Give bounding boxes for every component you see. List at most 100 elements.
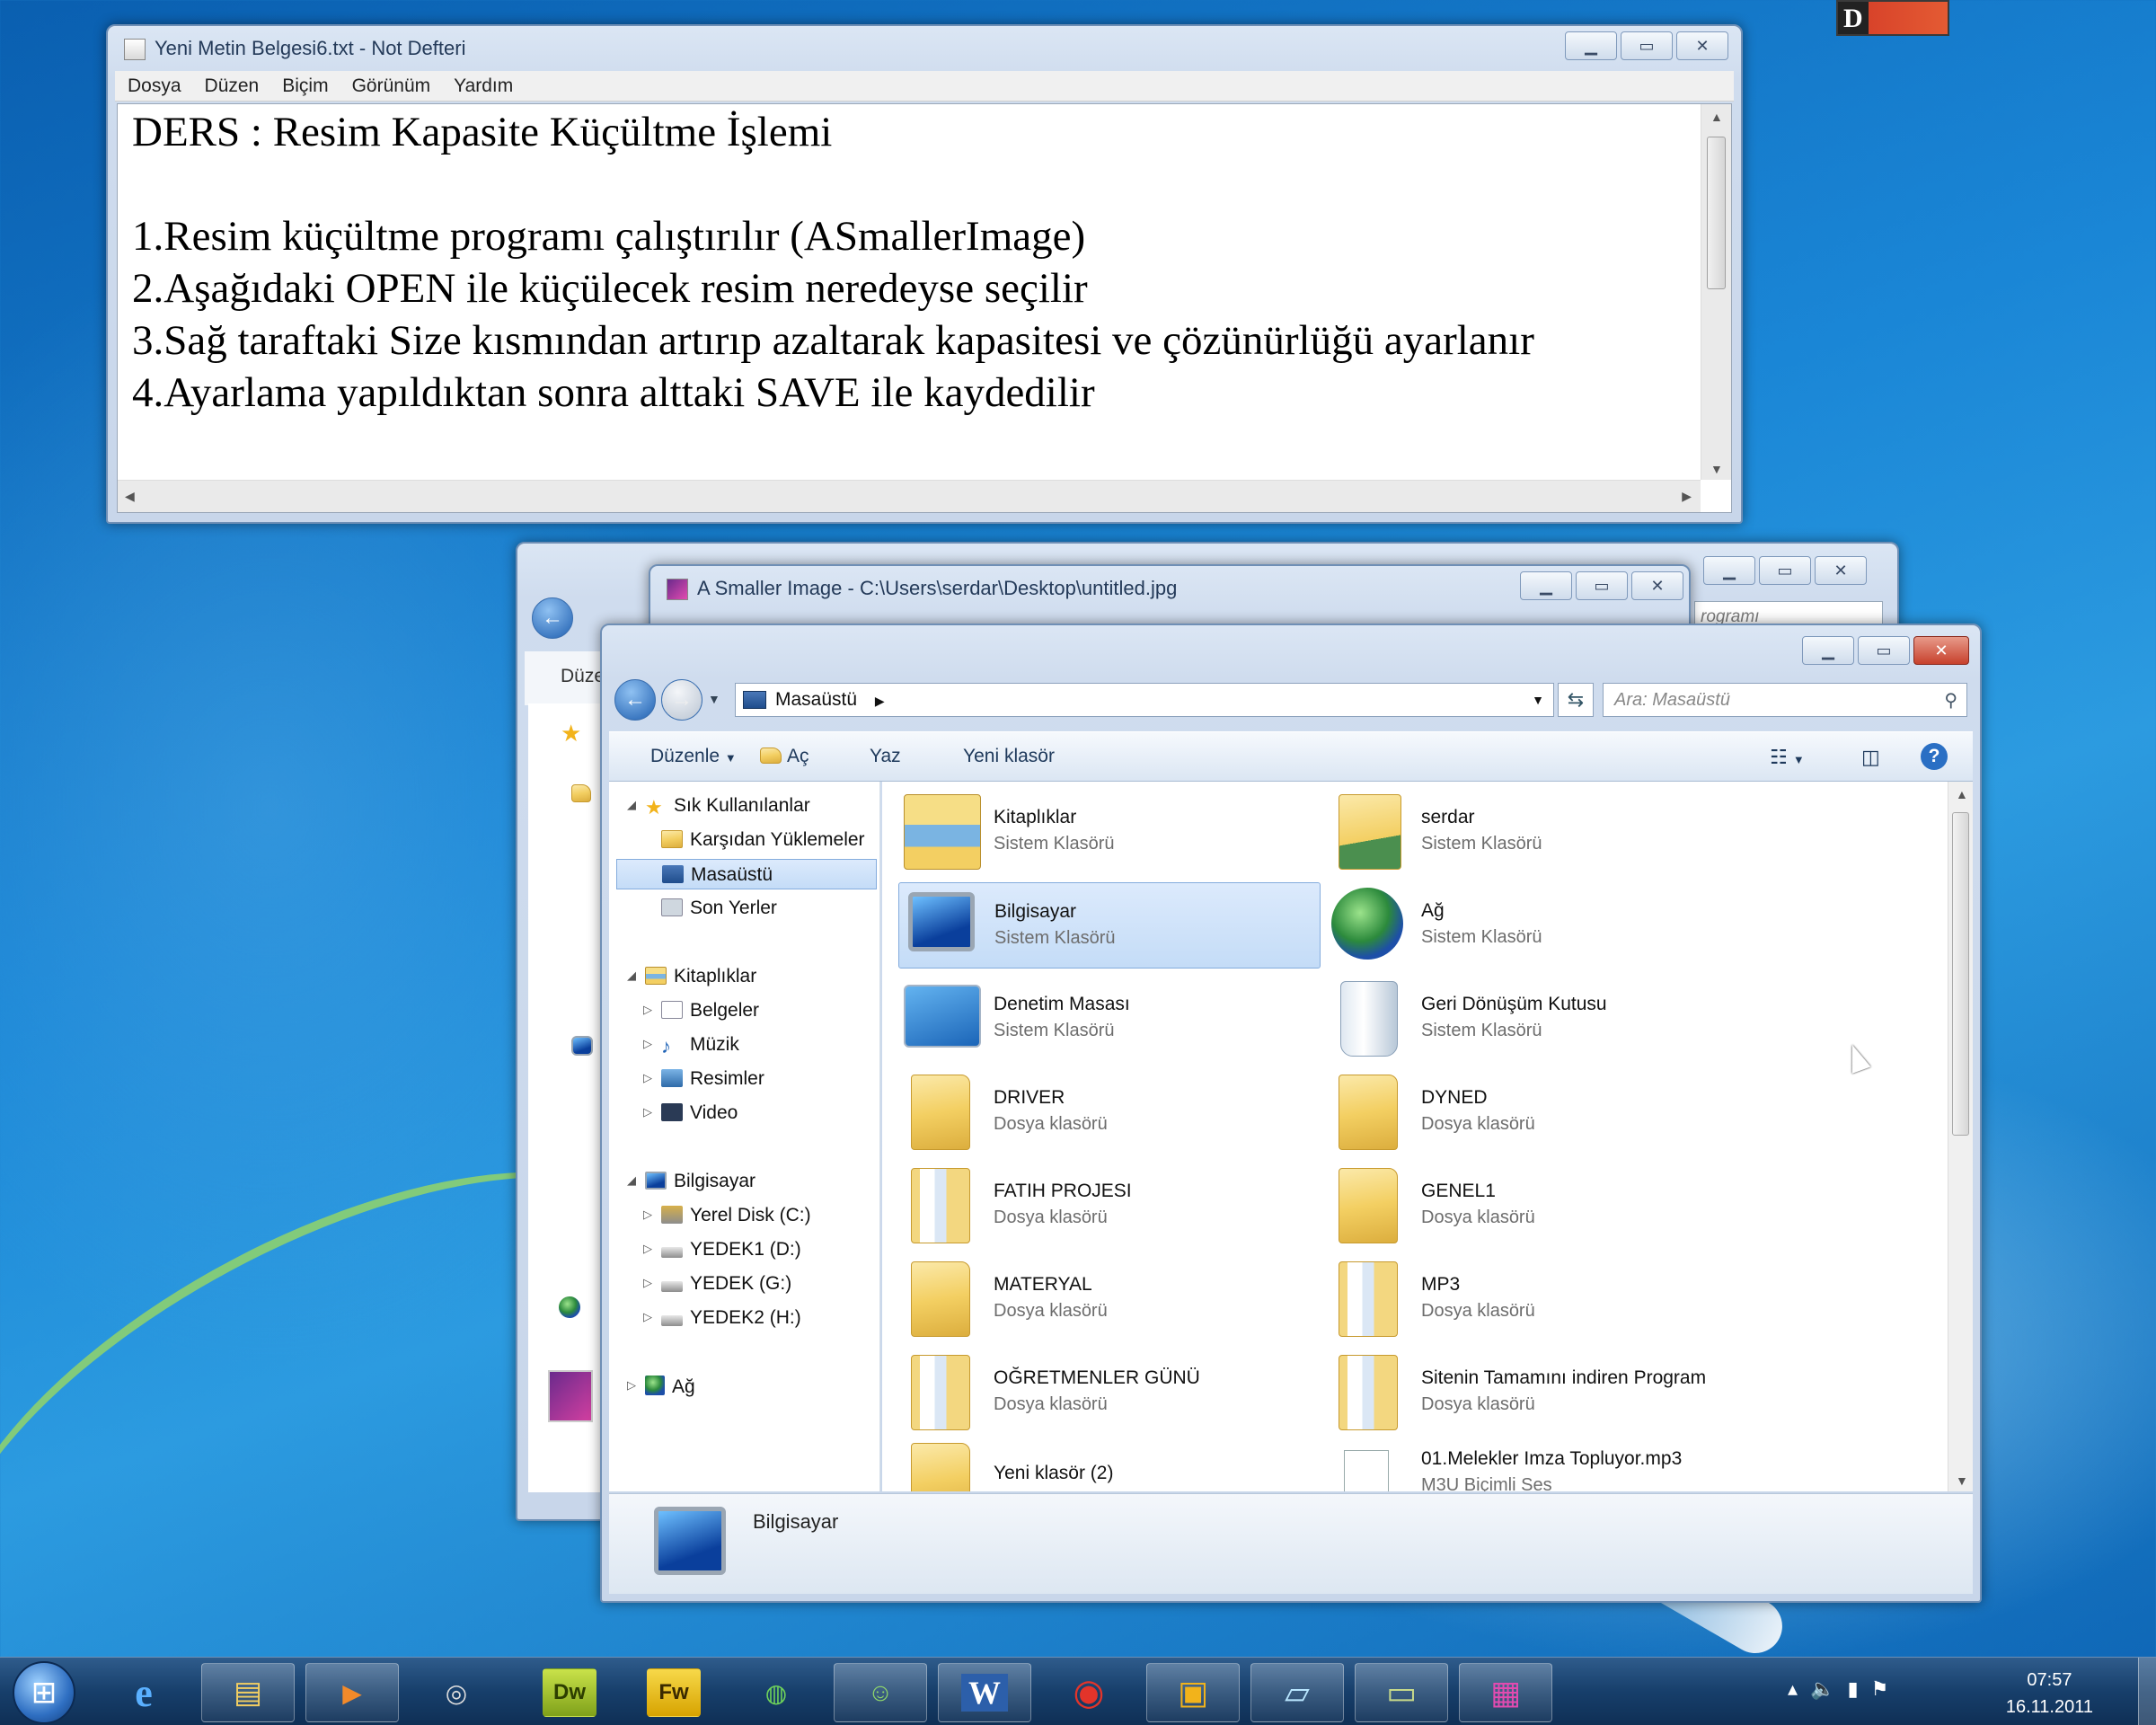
maximize-button[interactable]: ▭ (1621, 31, 1673, 60)
ie-icon[interactable]: e (97, 1663, 190, 1722)
explorer-maximize-button[interactable]: ▭ (1858, 636, 1910, 665)
scroll-up-icon[interactable]: ▲ (1710, 110, 1723, 124)
network-signal-icon[interactable]: ▮ (1847, 1677, 1870, 1700)
list-item-folder[interactable]: DRIVER Dosya klasörü (898, 1069, 1321, 1155)
show-desktop-button[interactable] (2138, 1658, 2156, 1725)
collapsed-triangle-icon[interactable]: ▷ (643, 1003, 652, 1017)
breadcrumb-arrow-icon[interactable]: ▶ (875, 694, 885, 708)
collapsed-triangle-icon[interactable]: ▷ (627, 1378, 636, 1393)
scroll-up-icon[interactable]: ▲ (1956, 787, 1968, 801)
red-app-icon[interactable]: ◉ (1042, 1663, 1135, 1722)
minimize-button[interactable]: ▁ (1565, 31, 1617, 60)
scroll-down-icon[interactable]: ▼ (1956, 1473, 1968, 1488)
collapsed-triangle-icon[interactable]: ▷ (643, 1105, 652, 1119)
nav-computer[interactable]: ◢ Bilgisayar (627, 1166, 755, 1197)
scroll-thumb[interactable] (1952, 812, 1969, 1136)
forward-arrow-icon[interactable]: → (661, 679, 702, 721)
write-button[interactable]: Yaz (870, 746, 901, 767)
list-item-folder[interactable]: MATERYAL Dosya klasörü (898, 1256, 1321, 1342)
open-button[interactable]: Aç (760, 746, 809, 767)
asmaller-close-button[interactable]: ✕ (1631, 571, 1683, 600)
green-app-icon[interactable]: ▭ (1355, 1663, 1448, 1722)
list-item-network[interactable]: Ağ Sistem Klasörü (1326, 882, 1748, 969)
asmaller-titlebar[interactable]: A Smaller Image - C:\Users\serdar\Deskto… (650, 566, 1689, 611)
scroll-right-icon[interactable]: ▶ (1682, 489, 1692, 504)
list-item-computer[interactable]: Bilgisayar Sistem Klasörü (898, 882, 1321, 969)
asmaller-maximize-button[interactable]: ▭ (1576, 571, 1628, 600)
dreamweaver-icon[interactable]: Dw (543, 1668, 596, 1717)
collapsed-triangle-icon[interactable]: ▷ (643, 1276, 652, 1290)
nav-recent-places[interactable]: Son Yerler (661, 893, 777, 924)
clock[interactable]: 07:57 16.11.2011 (2006, 1667, 2093, 1721)
view-options-icon[interactable]: ☷ ▼ (1770, 746, 1805, 769)
explorer-titlebar[interactable]: ▁ ▭ ✕ (602, 625, 1980, 670)
notepad-text[interactable]: DERS : Resim Kapasite Küçültme İşlemi 1.… (132, 106, 1686, 419)
show-hidden-icons-icon[interactable]: ▴ (1788, 1677, 1810, 1700)
volume-icon[interactable]: 🔈 (1810, 1677, 1847, 1700)
nav-drive-h[interactable]: ▷ YEDEK2 (H:) (643, 1303, 801, 1333)
explorer-close-button[interactable]: ✕ (1913, 636, 1969, 665)
notepad-editor[interactable]: DERS : Resim Kapasite Küçültme İşlemi 1.… (117, 103, 1732, 513)
scroll-left-icon[interactable]: ◀ (125, 489, 135, 504)
nav-video[interactable]: ▷ Video (643, 1098, 738, 1128)
recent-pages-chevron-icon[interactable]: ▼ (708, 692, 720, 706)
refresh-icon[interactable]: ⇆ (1558, 683, 1594, 717)
corner-widget[interactable]: D (1836, 0, 1949, 36)
collapsed-triangle-icon[interactable]: ▷ (643, 1242, 652, 1256)
close-button[interactable]: ✕ (1676, 31, 1728, 60)
horizontal-scrollbar[interactable]: ◀ ▶ (118, 480, 1701, 512)
list-item-recycle-bin[interactable]: Geri Dönüşüm Kutusu Sistem Klasörü (1326, 976, 1748, 1062)
nav-libraries[interactable]: ◢ Kitaplıklar (627, 961, 756, 992)
nav-drive-d[interactable]: ▷ YEDEK1 (D:) (643, 1234, 801, 1265)
back-minimize-button[interactable]: ▁ (1703, 556, 1755, 585)
asmaller-image-icon[interactable]: ▦ (1459, 1663, 1552, 1722)
back-arrow-icon[interactable]: ← (614, 679, 656, 721)
menu-file[interactable]: Dosya (115, 71, 192, 97)
nav-music[interactable]: ▷ ♪ Müzik (643, 1030, 739, 1060)
nav-documents[interactable]: ▷ Belgeler (643, 995, 759, 1026)
app-icon[interactable]: ◎ (410, 1663, 503, 1722)
file-list-scrollbar[interactable]: ▲ ▼ (1948, 782, 1973, 1491)
list-item-folder[interactable]: Sitenin Tamamını indiren Program Dosya k… (1326, 1349, 1748, 1436)
collapsed-triangle-icon[interactable]: ▷ (643, 1208, 652, 1222)
address-bar[interactable]: Masaüstü ▶ ▼ (735, 683, 1554, 717)
notepad-icon[interactable]: ▱ (1250, 1663, 1344, 1722)
blue-app-icon[interactable]: ▣ (1146, 1663, 1240, 1722)
menu-view[interactable]: Görünüm (340, 71, 442, 97)
explorer-icon[interactable]: ▤ (201, 1663, 295, 1722)
search-input[interactable]: Ara: Masaüstü ⚲ (1603, 683, 1967, 717)
list-item-control-panel[interactable]: Denetim Masası Sistem Klasörü (898, 976, 1321, 1062)
list-item-folder[interactable]: FATIH PROJESI Dosya klasörü (898, 1163, 1321, 1249)
scroll-thumb[interactable] (1707, 137, 1726, 289)
nav-downloads[interactable]: Karşıdan Yüklemeler (661, 825, 865, 855)
explorer-minimize-button[interactable]: ▁ (1802, 636, 1854, 665)
organize-button[interactable]: Düzenle ▼ (650, 746, 737, 767)
menu-edit[interactable]: Düzen (192, 71, 270, 97)
list-item-serdar[interactable]: serdar Sistem Klasörü (1326, 789, 1748, 875)
menu-help[interactable]: Yardım (441, 71, 524, 97)
list-item-libraries[interactable]: Kitaplıklar Sistem Klasörü (898, 789, 1321, 875)
back-close-button[interactable]: ✕ (1815, 556, 1867, 585)
new-folder-button[interactable]: Yeni klasör (963, 746, 1055, 767)
nav-favorites[interactable]: ◢ ★ Sık Kullanılanlar (627, 791, 810, 821)
search-icon[interactable]: ⚲ (1944, 689, 1957, 712)
collapsed-triangle-icon[interactable]: ▷ (643, 1037, 652, 1051)
users-app-icon[interactable]: ☺ (834, 1663, 927, 1722)
collapsed-triangle-icon[interactable]: ▷ (643, 1310, 652, 1324)
list-item-folder[interactable]: MP3 Dosya klasörü (1326, 1256, 1748, 1342)
address-dropdown-icon[interactable]: ▼ (1532, 693, 1544, 707)
list-item-folder[interactable]: DYNED Dosya klasörü (1326, 1069, 1748, 1155)
list-item-folder[interactable]: GENEL1 Dosya klasörü (1326, 1163, 1748, 1249)
collapsed-triangle-icon[interactable]: ▷ (643, 1071, 652, 1085)
nav-pictures[interactable]: ▷ Resimler (643, 1064, 764, 1094)
list-item-file[interactable]: 01.Melekler Imza Topluyor.mp3 M3U Biçiml… (1326, 1430, 1748, 1491)
action-center-flag-icon[interactable]: ⚑ (1871, 1677, 1902, 1700)
nav-desktop[interactable]: Masaüstü (616, 859, 877, 889)
nav-drive-g[interactable]: ▷ YEDEK (G:) (643, 1269, 791, 1299)
vertical-scrollbar[interactable]: ▲ ▼ (1701, 104, 1731, 480)
back-nav-back-icon[interactable]: ← (532, 597, 573, 639)
nav-drive-c[interactable]: ▷ Yerel Disk (C:) (643, 1200, 811, 1231)
fireworks-icon[interactable]: Fw (647, 1668, 701, 1717)
back-toolbar-label[interactable]: Düze (561, 666, 605, 686)
nav-network[interactable]: ▷ Ağ (627, 1371, 695, 1402)
